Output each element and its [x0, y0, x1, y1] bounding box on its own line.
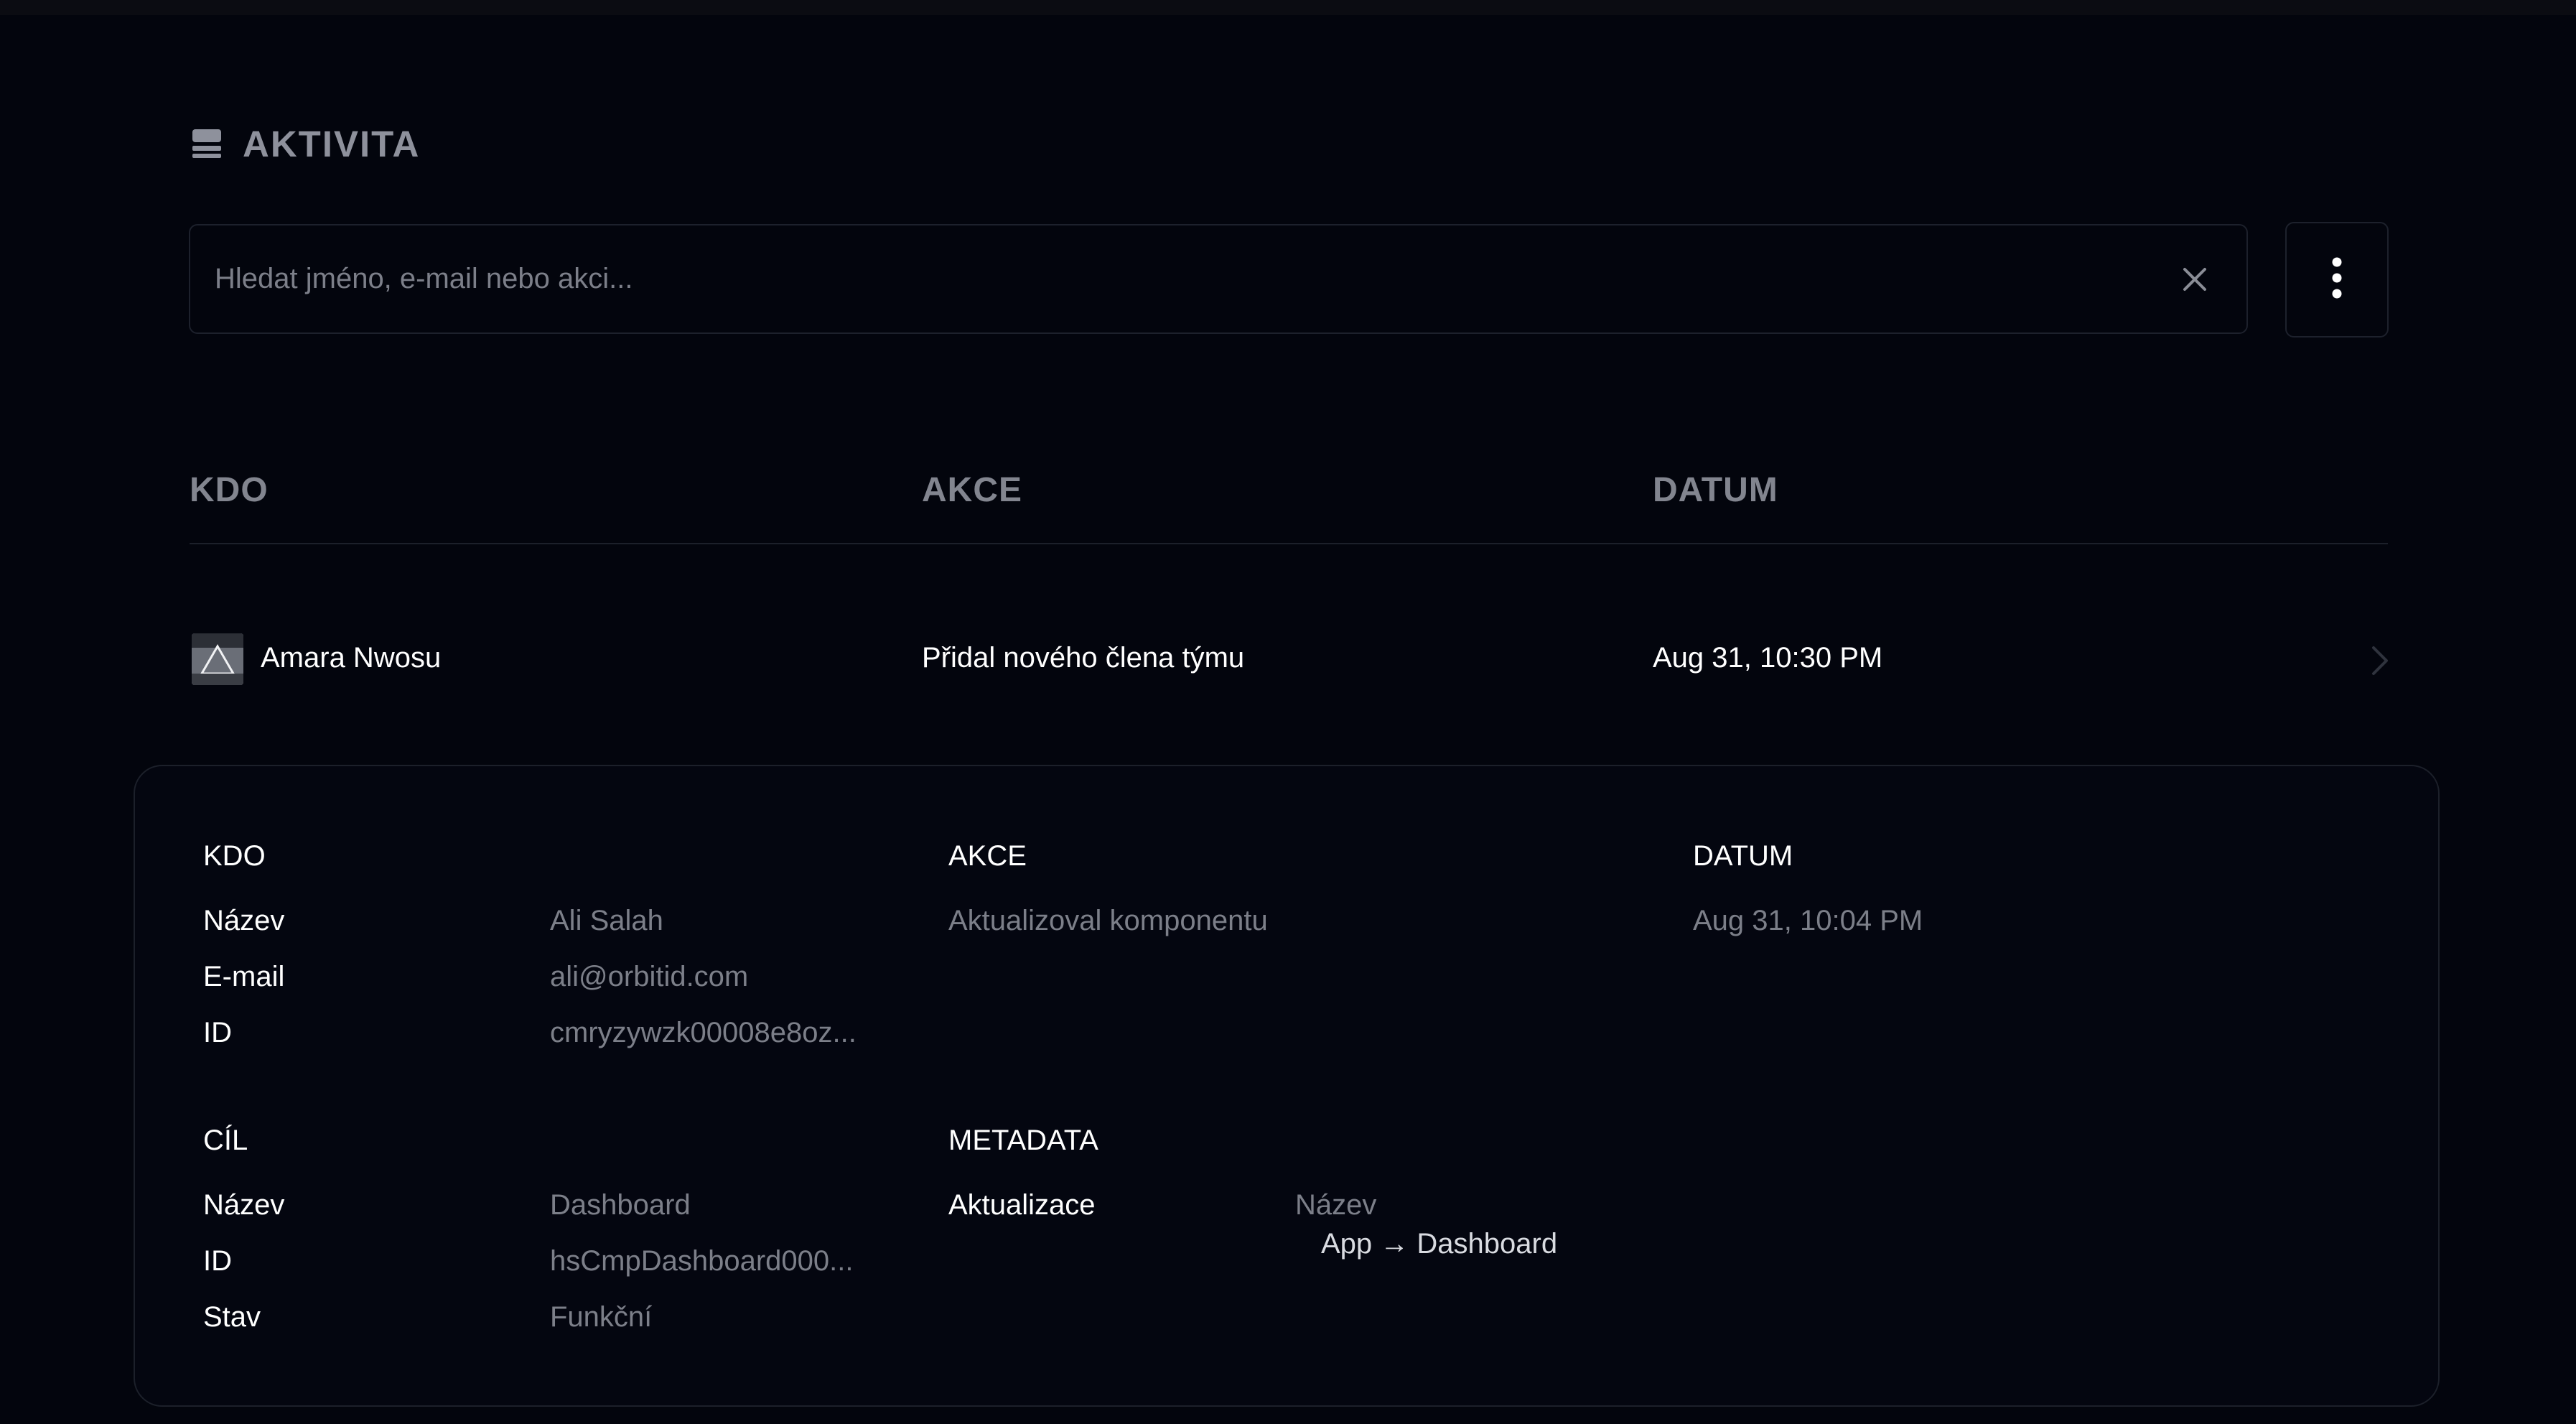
detail-target-state-label: Stav	[203, 1301, 261, 1333]
search-box	[189, 224, 2248, 334]
section-header: AKTIVITA	[191, 122, 420, 165]
table-header-divider	[190, 543, 2388, 544]
detail-who-email-value: ali@orbitid.com	[550, 961, 749, 992]
detail-who-id-value: cmryzywzk00008e8oz...	[550, 1017, 857, 1048]
activity-page: AKTIVITA KDO AKCE DATUM	[0, 0, 2576, 1424]
table-row[interactable]: Amara Nwosu Přidal nového člena týmu Aug…	[190, 618, 2388, 701]
detail-who-email-label: E-mail	[203, 961, 285, 992]
detail-action-title: AKCE	[948, 840, 1027, 872]
detail-who-name-label: Název	[203, 905, 285, 936]
detail-metadata-update-label: Aktualizace	[948, 1189, 1096, 1221]
detail-metadata-title: METADATA	[948, 1125, 1098, 1156]
detail-who-title: KDO	[203, 840, 266, 872]
search-input[interactable]	[190, 225, 2166, 332]
column-header-who: KDO	[190, 471, 269, 509]
detail-date-value: Aug 31, 10:04 PM	[1693, 905, 1923, 936]
detail-target-id-label: ID	[203, 1245, 232, 1277]
row-action: Přidal nového člena týmu	[922, 642, 1245, 674]
detail-target-name-label: Název	[203, 1189, 285, 1221]
detail-action-value: Aktualizoval komponentu	[948, 905, 1268, 936]
stack-icon	[191, 128, 223, 159]
detail-target-name-value: Dashboard	[550, 1189, 691, 1221]
detail-metadata-field-name: Název	[1295, 1189, 1377, 1221]
more-vertical-icon	[2331, 256, 2343, 303]
top-bar	[0, 0, 2576, 15]
avatar	[192, 633, 243, 685]
row-name: Amara Nwosu	[261, 642, 442, 674]
detail-who-id-label: ID	[203, 1017, 232, 1048]
row-date: Aug 31, 10:30 PM	[1653, 642, 1883, 674]
more-options-button[interactable]	[2285, 222, 2389, 338]
detail-target-state-value: Funkční	[550, 1301, 653, 1333]
detail-target-id-value: hsCmpDashboard000...	[550, 1245, 854, 1277]
close-icon[interactable]	[2166, 251, 2223, 308]
detail-target-title: CÍL	[203, 1125, 248, 1156]
column-header-date: DATUM	[1653, 471, 1778, 509]
chevron-right-icon[interactable]	[2365, 643, 2394, 678]
detail-metadata-change: App → Dashboard	[1321, 1228, 1558, 1260]
detail-who-name-value: Ali Salah	[550, 905, 663, 936]
page-title: AKTIVITA	[243, 123, 421, 164]
detail-date-title: DATUM	[1693, 840, 1793, 872]
column-header-action: AKCE	[922, 471, 1023, 509]
activity-detail-panel: KDO Název Ali Salah E-mail ali@orbitid.c…	[134, 765, 2440, 1407]
